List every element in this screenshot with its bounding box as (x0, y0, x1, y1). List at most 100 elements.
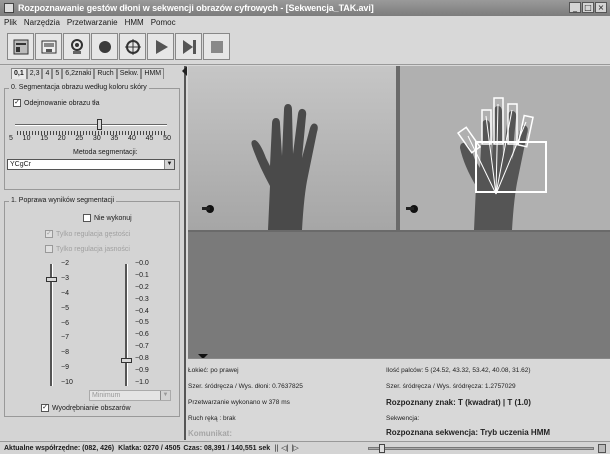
brightness-label: Tylko regulacja jasności (56, 245, 130, 253)
density-label: Tylko regulacja gęstości (56, 230, 131, 238)
subtract-bg-label: Odejmowanie obrazu tła (24, 99, 100, 107)
subtract-bg-checkbox-row[interactable]: ✓ Odejmowanie obrazu tła (13, 99, 100, 107)
scale-label: 40 (128, 135, 136, 142)
coords-status: Aktualne współrzędne: (082, 426) (4, 444, 115, 452)
timeline-thumb[interactable] (378, 444, 385, 453)
density-checkbox-row[interactable]: ✓ Tylko regulacja gęstości (45, 230, 130, 238)
tab-0-1[interactable]: 0,1 (11, 68, 27, 79)
filter-select-value: Minimum (92, 392, 121, 399)
play-icon (155, 39, 168, 54)
timeline-track[interactable] (368, 447, 594, 450)
save-button[interactable] (35, 33, 62, 60)
left-scale-label: −2 (61, 260, 69, 267)
right-scale-label: −0.6 (135, 331, 149, 339)
method-label: Metoda segmentacji: (73, 149, 138, 156)
right-scale-label: −0.4 (135, 307, 149, 315)
improve-group: 1. Poprawa wyników segmentacji Nie wykon… (4, 197, 180, 417)
tab-hmm[interactable]: HMM (141, 68, 165, 79)
right-vslider-track[interactable] (125, 264, 128, 386)
threshold-slider-thumb[interactable] (97, 119, 103, 130)
sequence-label: Sekwencja: (386, 415, 420, 422)
chevron-down-icon[interactable]: ▼ (160, 391, 170, 400)
left-scale-label: −6 (61, 319, 69, 327)
step-forward-button[interactable] (175, 33, 202, 60)
palm-ratio-text: Szer. śródręcza / Wys. śródręcza: 1.2757… (386, 383, 516, 390)
chevron-down-icon[interactable]: ▼ (164, 160, 174, 169)
video-view-area (188, 66, 610, 359)
minimize-button[interactable]: _ (569, 2, 581, 13)
left-vslider-scale: −2 −3 −4 −5 −6 −7 −8 −9 −10 (61, 260, 73, 386)
regions-checkbox[interactable]: ✓ (41, 404, 49, 412)
tab-ruch[interactable]: Ruch (94, 68, 117, 79)
close-button[interactable]: × (595, 2, 607, 13)
menu-pomoc[interactable]: Pomoc (151, 18, 176, 27)
left-scale-label: −5 (61, 304, 69, 312)
right-scale-label: −0.3 (135, 295, 149, 303)
target-icon (124, 38, 141, 55)
scale-label: 35 (110, 135, 119, 142)
left-scale-label: −4 (61, 289, 69, 297)
left-scale-label: −8 (61, 349, 69, 357)
menu-narzedzia[interactable]: Narzędzia (24, 18, 60, 27)
density-checkbox[interactable]: ✓ (45, 230, 53, 238)
record-icon (98, 40, 111, 53)
tab-6-2znaki[interactable]: 6,2znaki (62, 68, 95, 79)
menu-plik[interactable]: Plik (4, 18, 17, 27)
right-scale-label: −0.0 (135, 260, 149, 267)
left-scale-label: −9 (61, 364, 69, 372)
brightness-checkbox[interactable] (45, 245, 53, 253)
right-vslider-thumb[interactable] (121, 358, 132, 363)
tab-sekw[interactable]: Sekw. (116, 68, 142, 79)
left-vslider-thumb[interactable] (46, 277, 57, 282)
playback-controls[interactable]: || ◁| |▷ (274, 444, 299, 452)
tab-2-3[interactable]: 2,3 (26, 68, 43, 79)
menu-hmm[interactable]: HMM (125, 18, 144, 27)
open-file-button[interactable] (7, 33, 34, 60)
target-button[interactable] (119, 33, 146, 60)
method-select-value: YCgCr (10, 161, 32, 168)
empty-view-background (188, 232, 610, 358)
filter-select[interactable]: Minimum ▼ (89, 390, 171, 401)
finger-count-text: Ilość palców: 5 (24.52, 43.32, 53.42, 40… (386, 367, 531, 374)
segmentation-group-title: 0. Segmentacja obrazu według koloru skór… (9, 84, 149, 91)
open-file-icon (13, 39, 28, 54)
scale-label: 25 (75, 135, 84, 142)
menu-bar: Plik Narzędzia Przetwarzanie HMM Pomoc (0, 16, 610, 29)
window-title: Rozpoznawanie gestów dłoni w sekwencji o… (18, 3, 374, 13)
stop-button[interactable] (203, 33, 230, 60)
processing-time-text: Przetwarzanie wykonano w 378 ms (188, 399, 290, 406)
subtract-bg-checkbox[interactable]: ✓ (13, 99, 21, 107)
left-scale-label: −7 (61, 334, 69, 342)
scale-label: 45 (145, 135, 154, 142)
results-panel: Łokieć: po prawej Szer. śródręcza / Wys.… (188, 358, 610, 440)
maximize-button[interactable]: □ (582, 2, 594, 13)
hand-image (188, 66, 396, 230)
timeline-end-button[interactable] (598, 444, 606, 453)
do-not-label: Nie wykonuj (94, 214, 132, 222)
brightness-checkbox-row[interactable]: Tylko regulacja jasności (45, 245, 130, 253)
camera-button[interactable] (63, 33, 90, 60)
right-scale-label: −0.2 (135, 283, 149, 291)
scale-label: 30 (92, 135, 101, 142)
method-select[interactable]: YCgCr ▼ (7, 159, 175, 170)
threshold-slider-track[interactable] (15, 124, 167, 126)
settings-tabs: 0,1 2,3 4 5 6,2znaki Ruch Sekw. HMM (11, 68, 165, 79)
record-button[interactable] (91, 33, 118, 60)
left-vslider-track[interactable] (50, 264, 53, 386)
left-scale-label: −3 (61, 274, 69, 282)
tab-5[interactable]: 5 (52, 68, 63, 79)
regions-label: Wyodrębnianie obszarów (52, 404, 131, 412)
do-not-checkbox[interactable] (83, 214, 91, 222)
input-video-view (188, 66, 396, 230)
movement-text: Ruch ręką : brak (188, 415, 236, 422)
regions-checkbox-row[interactable]: ✓ Wyodrębnianie obszarów (41, 404, 131, 412)
menu-przetwarzanie[interactable]: Przetwarzanie (67, 18, 118, 27)
play-button[interactable] (147, 33, 174, 60)
hand-ratio-text: Szer. śródręcza / Wys. dłoni: 0.7637825 (188, 383, 303, 390)
collapse-panel-icon[interactable] (182, 66, 187, 76)
do-not-checkbox-row[interactable]: Nie wykonuj (83, 214, 132, 222)
right-scale-label: −0.7 (135, 343, 149, 351)
camera-icon (70, 38, 83, 54)
tab-4[interactable]: 4 (42, 68, 53, 79)
right-scale-label: −0.9 (135, 367, 149, 375)
